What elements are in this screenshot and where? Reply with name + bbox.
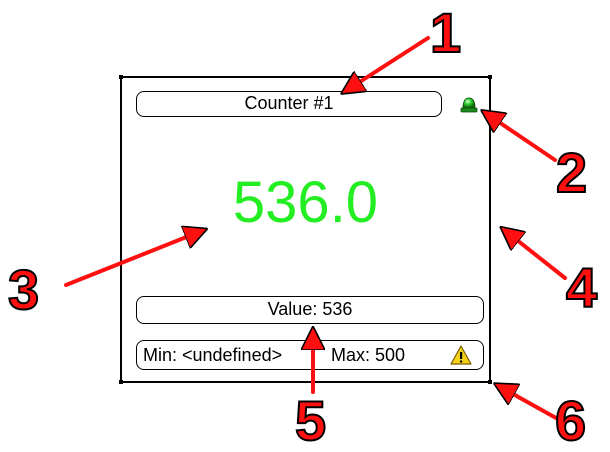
warning-icon <box>450 345 472 365</box>
callout-1: 1 <box>429 1 462 64</box>
resize-handle-top-left[interactable] <box>119 75 123 79</box>
callout-2: 2 <box>555 141 588 204</box>
callout-5: 5 <box>294 389 327 452</box>
arrow-4 <box>503 229 567 280</box>
counter-widget[interactable]: Counter #1 536.0 Value: 536 Min: <undefi… <box>119 75 492 384</box>
widget-title: Counter #1 <box>136 91 442 117</box>
max-label: Max: 500 <box>331 345 406 365</box>
counter-value-display: 536.0 <box>232 170 379 235</box>
resize-handle-bottom-left[interactable] <box>119 380 123 384</box>
resize-handle-bottom-right[interactable] <box>488 380 492 384</box>
min-label: Min: <undefined> <box>143 345 283 365</box>
callout-4: 4 <box>565 256 598 319</box>
callout-3: 3 <box>7 258 40 321</box>
value-readout: Value: 536 <box>136 296 484 324</box>
resize-handle-top-right[interactable] <box>488 75 492 79</box>
arrow-6 <box>497 385 558 420</box>
arrow-2 <box>484 112 557 162</box>
green-led-icon <box>460 97 478 113</box>
min-max-bar: Min: <undefined> Max: 500 <box>136 340 484 370</box>
callout-6: 6 <box>554 389 587 452</box>
